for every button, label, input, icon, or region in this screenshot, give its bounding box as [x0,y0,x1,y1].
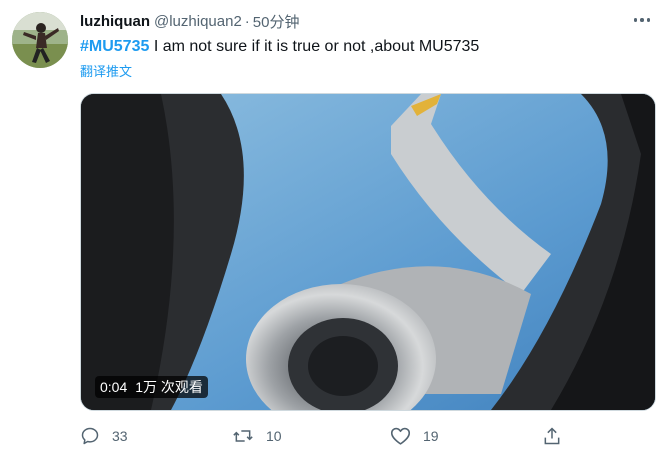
retweet-button[interactable]: 10 [232,422,282,450]
translate-tweet-link[interactable]: 翻译推文 [80,61,132,80]
like-count: 19 [423,428,439,444]
share-button[interactable] [542,422,574,450]
display-name[interactable]: luzhiquan [80,13,150,30]
video-view-count: 1万 次观看 [135,379,203,395]
timestamp[interactable]: 50分钟 [253,11,300,32]
more-dots-icon [633,18,638,22]
more-dot [640,18,644,22]
retweet-count: 10 [266,428,282,444]
like-button[interactable]: 19 [390,422,439,450]
reply-bubble-icon [81,427,99,445]
heart-icon [390,427,411,445]
tweet-actions: 33 10 19 [80,422,580,450]
more-dot [646,18,651,22]
user-handle[interactable]: @luzhiquan2 [154,13,242,30]
hashtag-link[interactable]: #MU5735 [80,38,149,55]
reply-button[interactable]: 33 [80,422,128,450]
tweet-header: luzhiquan @luzhiquan2 · 50分钟 [80,10,630,32]
video-duration-badge: 0:04 1万 次观看 [95,376,208,398]
share-upload-icon [544,427,560,445]
avatar-image [12,12,68,68]
tweet-body: I am not sure if it is true or not ,abou… [149,38,480,55]
retweet-icon [233,430,253,442]
avatar[interactable] [12,12,68,68]
tweet-card[interactable]: luzhiquan @luzhiquan2 · 50分钟 #MU5735 I a… [0,0,670,460]
video-duration: 0:04 [100,379,128,395]
more-options-button[interactable] [630,10,654,30]
tweet-text: #MU5735 I am not sure if it is true or n… [80,36,479,58]
reply-count: 33 [112,428,128,444]
separator-dot: · [244,12,250,30]
video-thumbnail [81,94,655,410]
video-player[interactable]: 0:04 1万 次观看 [80,93,656,411]
